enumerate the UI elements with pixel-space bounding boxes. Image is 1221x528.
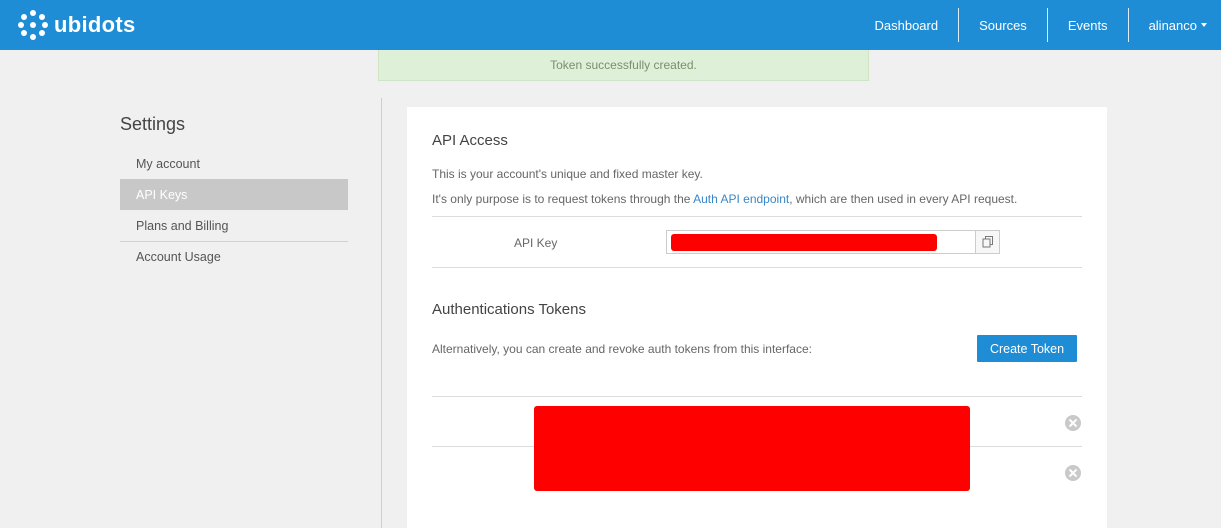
revoke-token-icon[interactable] (1065, 415, 1081, 431)
api-access-heading: API Access (432, 132, 508, 149)
caret-down-icon (1201, 23, 1207, 27)
nav-dashboard[interactable]: Dashboard (855, 0, 959, 50)
sidebar-item-label: API Keys (136, 187, 188, 202)
revoke-token-icon[interactable] (1065, 465, 1081, 481)
user-menu[interactable]: alinanco (1129, 0, 1221, 50)
api-access-purpose-post: , which are then used in every API reque… (789, 192, 1018, 206)
nav-separator (1127, 8, 1129, 42)
nav-sources[interactable]: Sources (959, 0, 1047, 50)
api-key-redaction (671, 234, 937, 251)
sidebar-title: Settings (120, 114, 186, 134)
flash-message: Token successfully created. (550, 58, 697, 72)
api-access-desc: This is your account's unique and fixed … (432, 167, 703, 181)
main-nav: Dashboard Sources Events alinanco (855, 0, 1221, 50)
nav-separator (958, 8, 960, 42)
user-name: alinanco (1148, 17, 1197, 33)
sidebar-item-plans-billing[interactable]: Plans and Billing (120, 210, 348, 241)
token-row-divider (432, 396, 1082, 397)
api-access-purpose: It's only purpose is to request tokens t… (432, 192, 1017, 206)
flash-success: Token successfully created. (378, 50, 869, 81)
sidebar-item-my-account[interactable]: My account (120, 148, 348, 179)
tokens-redaction (534, 406, 970, 491)
vertical-divider (381, 98, 382, 528)
sidebar-item-label: Account Usage (136, 250, 221, 264)
top-navbar: ubidots Dashboard Sources Events alinanc… (0, 0, 1221, 50)
api-access-purpose-pre: It's only purpose is to request tokens t… (432, 192, 694, 206)
logo-dots-icon (18, 10, 48, 40)
settings-panel: API Access This is your account's unique… (407, 107, 1107, 528)
sidebar-item-account-usage[interactable]: Account Usage (120, 241, 348, 272)
nav-separator (1046, 8, 1048, 42)
sidebar-item-label: Plans and Billing (136, 218, 229, 233)
settings-menu: My account API Keys Plans and Billing Ac… (120, 148, 348, 272)
brand-name: ubidots (54, 12, 136, 37)
copy-icon (982, 236, 993, 248)
divider (432, 216, 1082, 217)
sidebar-item-label: My account (136, 156, 200, 171)
auth-tokens-desc: Alternatively, you can create and revoke… (432, 342, 812, 356)
auth-api-endpoint-link[interactable]: Auth API endpoint (693, 192, 789, 206)
nav-events[interactable]: Events (1048, 0, 1128, 50)
copy-api-key-button[interactable] (975, 230, 1000, 254)
auth-tokens-heading: Authentications Tokens (432, 301, 586, 318)
brand-logo[interactable]: ubidots (18, 9, 136, 41)
create-token-button[interactable]: Create Token (977, 335, 1077, 362)
api-key-label: API Key (514, 236, 558, 250)
divider (432, 267, 1082, 268)
sidebar-item-api-keys[interactable]: API Keys (120, 179, 348, 210)
api-key-field[interactable] (666, 230, 976, 254)
